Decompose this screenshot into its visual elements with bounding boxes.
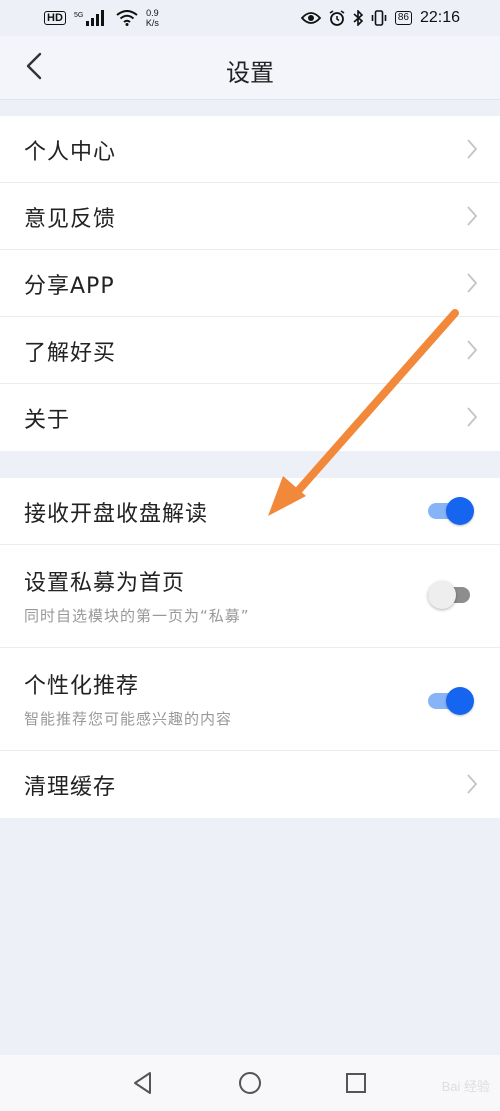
toggle-knob bbox=[428, 581, 456, 609]
hd-indicator: HD bbox=[44, 11, 66, 25]
settings-group: 接收开盘收盘解读 设置私募为首页 同时自选模块的第一页为“私募” 个性化推荐 智… bbox=[0, 478, 500, 818]
setting-label: 个性化推荐 bbox=[24, 674, 140, 699]
system-nav-bar bbox=[0, 1055, 500, 1111]
wifi-icon bbox=[116, 10, 138, 26]
battery-indicator: 86 bbox=[394, 11, 412, 25]
setting-description: 同时自选模块的第一页为“私募” bbox=[24, 607, 250, 625]
setting-private-fund-home: 设置私募为首页 同时自选模块的第一页为“私募” bbox=[0, 545, 500, 648]
chevron-right-icon bbox=[467, 139, 478, 159]
setting-market-interpretation: 接收开盘收盘解读 bbox=[0, 478, 500, 545]
clock: 22:16 bbox=[419, 9, 460, 26]
vibrate-icon bbox=[371, 10, 387, 26]
bluetooth-icon bbox=[353, 10, 363, 26]
menu-item-label: 意见反馈 bbox=[24, 207, 117, 232]
chevron-right-icon bbox=[467, 340, 478, 360]
private-fund-home-toggle-visual[interactable] bbox=[428, 580, 474, 610]
menu-item-feedback[interactable]: 意见反馈 bbox=[0, 183, 500, 250]
network-type-label: 5G bbox=[74, 12, 83, 19]
status-bar: HD 5G 0.9 K/s 86 22:16 bbox=[0, 0, 500, 36]
toggle-knob bbox=[446, 687, 474, 715]
alarm-icon bbox=[329, 10, 345, 26]
menu-item-label: 了解好买 bbox=[24, 341, 117, 366]
back-triangle-icon[interactable] bbox=[129, 1069, 157, 1097]
eye-icon bbox=[300, 12, 321, 24]
personalized-recommend-toggle[interactable] bbox=[428, 686, 474, 716]
market-interpretation-toggle[interactable] bbox=[428, 496, 474, 526]
nav-bar: 设置 bbox=[0, 36, 500, 100]
setting-description: 智能推荐您可能感兴趣的内容 bbox=[24, 710, 233, 728]
menu-item-label: 关于 bbox=[24, 408, 71, 433]
toggle-knob bbox=[446, 497, 474, 525]
network-speed-value: 0.9 bbox=[146, 8, 159, 18]
setting-label: 清理缓存 bbox=[24, 775, 117, 800]
menu-group: 个人中心 意见反馈 分享APP 了解好买 关于 bbox=[0, 116, 500, 451]
chevron-right-icon bbox=[467, 273, 478, 293]
network-speed-unit: K/s bbox=[145, 18, 159, 28]
recents-square-icon[interactable] bbox=[342, 1069, 370, 1097]
setting-label: 设置私募为首页 bbox=[24, 571, 186, 596]
menu-item-share-app[interactable]: 分享APP bbox=[0, 250, 500, 317]
menu-item-about-howbuy[interactable]: 了解好买 bbox=[0, 317, 500, 384]
menu-item-label: 个人中心 bbox=[24, 140, 117, 165]
home-circle-icon[interactable] bbox=[236, 1069, 264, 1097]
menu-item-label: 分享APP bbox=[24, 274, 115, 299]
network-speed: 0.9 K/s bbox=[146, 8, 159, 28]
menu-item-about[interactable]: 关于 bbox=[0, 384, 500, 451]
page-title: 设置 bbox=[226, 59, 274, 87]
setting-label: 接收开盘收盘解读 bbox=[24, 502, 209, 527]
chevron-right-icon bbox=[467, 407, 478, 427]
setting-clear-cache[interactable]: 清理缓存 bbox=[0, 751, 500, 818]
watermark: Bai 经验 bbox=[441, 1079, 490, 1094]
chevron-right-icon bbox=[467, 774, 478, 794]
cell-signal-icon: 5G bbox=[74, 10, 104, 26]
chevron-right-icon bbox=[467, 206, 478, 226]
menu-item-personal-center[interactable]: 个人中心 bbox=[0, 116, 500, 183]
setting-personalized-recommend: 个性化推荐 智能推荐您可能感兴趣的内容 bbox=[0, 648, 500, 751]
